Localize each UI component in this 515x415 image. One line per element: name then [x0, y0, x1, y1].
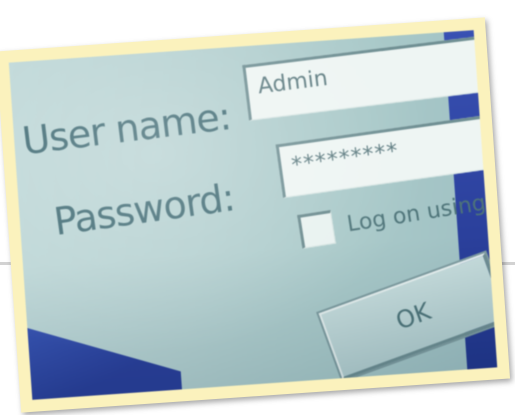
user-name-label: User name: [19, 94, 233, 164]
log-on-dialup-checkbox[interactable] [297, 209, 336, 249]
password-label: Password: [51, 175, 237, 244]
photo-frame: User name: Admin Password: ********* Log… [0, 17, 511, 413]
login-dialog: User name: Admin Password: ********* Log… [8, 30, 498, 400]
screen-blue-edge [26, 300, 182, 400]
